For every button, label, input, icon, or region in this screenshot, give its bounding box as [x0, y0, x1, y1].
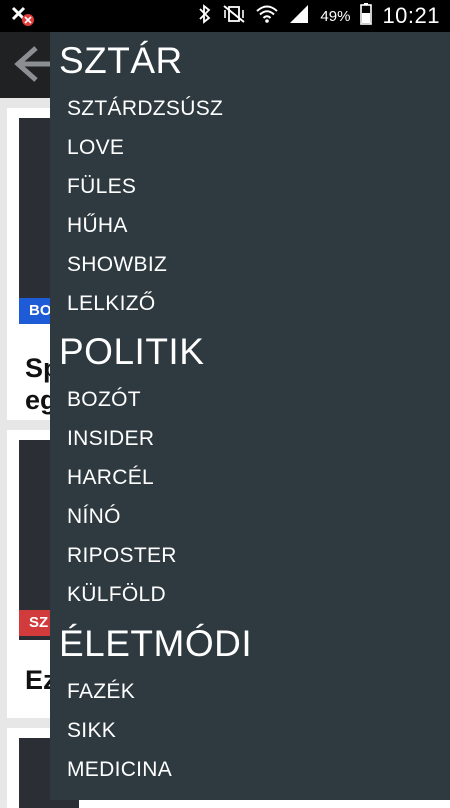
- vibrate-mute-icon: [222, 4, 246, 28]
- notification-icon: [10, 4, 36, 28]
- signal-icon: [288, 4, 310, 28]
- menu-item-huha[interactable]: HŰHA: [67, 214, 128, 238]
- menu-item-love[interactable]: LOVE: [67, 136, 124, 160]
- menu-item-insider[interactable]: INSIDER: [67, 427, 154, 451]
- section-title-politik[interactable]: POLITIK: [59, 331, 204, 373]
- battery-percent: 49%: [320, 7, 351, 25]
- menu-item-harcel[interactable]: HARCÉL: [67, 466, 154, 490]
- navigation-drawer: SZTÁR SZTÁRDZSÚSZ LOVE FÜLES HŰHA SHOWBI…: [50, 32, 450, 800]
- clock: 10:21: [382, 3, 440, 28]
- back-arrow-icon[interactable]: [14, 44, 54, 84]
- menu-item-riposter[interactable]: RIPOSTER: [67, 544, 177, 568]
- status-bar: 49% 10:21: [0, 0, 450, 32]
- menu-item-fules[interactable]: FÜLES: [67, 175, 136, 199]
- menu-item-nino[interactable]: NÍNÓ: [67, 505, 121, 529]
- menu-item-bozot[interactable]: BOZÓT: [67, 388, 141, 412]
- menu-item-showbiz[interactable]: SHOWBIZ: [67, 253, 167, 277]
- menu-item-kulfold[interactable]: KÜLFÖLD: [67, 583, 166, 607]
- menu-item-fazek[interactable]: FAZÉK: [67, 680, 135, 704]
- bluetooth-icon: [198, 4, 212, 28]
- menu-item-sztardzsusz[interactable]: SZTÁRDZSÚSZ: [67, 97, 223, 121]
- section-title-eletmodi[interactable]: ÉLETMÓDI: [59, 623, 252, 665]
- menu-item-lelkizo[interactable]: LELKIZŐ: [67, 292, 155, 316]
- battery-icon: [360, 3, 373, 29]
- menu-item-sikk[interactable]: SIKK: [67, 719, 116, 743]
- menu-item-medicina[interactable]: MEDICINA: [67, 758, 172, 782]
- wifi-icon: [256, 4, 279, 28]
- section-title-sztar[interactable]: SZTÁR: [59, 40, 183, 82]
